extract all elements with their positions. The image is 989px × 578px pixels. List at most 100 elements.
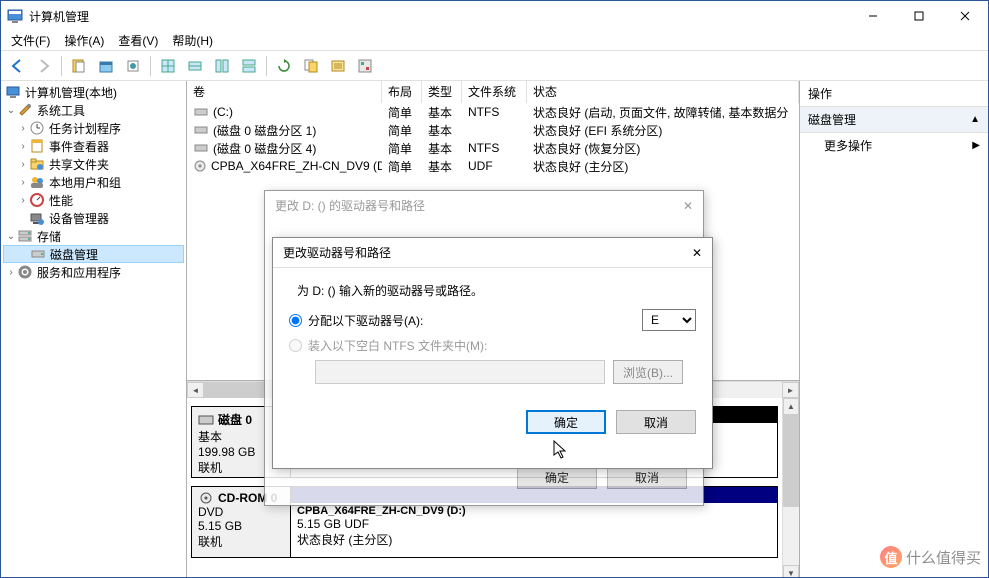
tree-perf-label: 性能 bbox=[49, 192, 73, 209]
tool-9[interactable] bbox=[299, 54, 323, 78]
menu-help[interactable]: 帮助(H) bbox=[166, 30, 219, 51]
close-icon[interactable]: ✕ bbox=[683, 199, 693, 213]
tool-1[interactable] bbox=[67, 54, 91, 78]
dialog2-body: 为 D: () 输入新的驱动器号或路径。 分配以下驱动器号(A): E 装入以下… bbox=[273, 268, 712, 400]
device-icon bbox=[29, 210, 45, 226]
collapse-icon[interactable]: ▲ bbox=[970, 114, 980, 125]
app-icon bbox=[7, 8, 23, 24]
scroll-thumb[interactable] bbox=[783, 415, 799, 507]
optical-icon bbox=[198, 491, 214, 505]
col-status[interactable]: 状态 bbox=[527, 81, 799, 103]
tool-5[interactable] bbox=[183, 54, 207, 78]
menu-action[interactable]: 操作(A) bbox=[58, 30, 110, 51]
menu-file[interactable]: 文件(F) bbox=[5, 30, 56, 51]
tree-systools[interactable]: ⌄ 系统工具 bbox=[3, 101, 184, 119]
tree-diskmgmt[interactable]: › 磁盘管理 bbox=[3, 245, 184, 263]
cdrom-icon bbox=[193, 158, 207, 174]
volume-icon bbox=[193, 140, 209, 156]
volume-header[interactable]: 卷 布局 类型 文件系统 状态 bbox=[187, 81, 799, 103]
tree-eventviewer[interactable]: › 事件查看器 bbox=[3, 137, 184, 155]
drive-letter-select[interactable]: E bbox=[642, 309, 696, 331]
close-icon[interactable]: ✕ bbox=[692, 246, 702, 260]
expander-icon[interactable]: ⌄ bbox=[5, 105, 17, 116]
volume-row[interactable]: (C:) 简单 基本 NTFS 状态良好 (启动, 页面文件, 故障转储, 基本… bbox=[187, 103, 799, 121]
tool-2[interactable] bbox=[94, 54, 118, 78]
tree-tasksched[interactable]: › 任务计划程序 bbox=[3, 119, 184, 137]
volume-row[interactable]: (磁盘 0 磁盘分区 4) 简单 基本 NTFS 状态良好 (恢复分区) bbox=[187, 139, 799, 157]
services-icon bbox=[17, 264, 33, 280]
col-fs[interactable]: 文件系统 bbox=[462, 81, 527, 103]
volume-row[interactable]: (磁盘 0 磁盘分区 1) 简单 基本 状态良好 (EFI 系统分区) bbox=[187, 121, 799, 139]
volume-row[interactable]: CPBA_X64FRE_ZH-CN_DV9 (D:) 简单 基本 UDF 状态良… bbox=[187, 157, 799, 175]
radio-assign[interactable]: 分配以下驱动器号(A): E bbox=[289, 309, 696, 331]
expander-icon[interactable]: › bbox=[17, 123, 29, 134]
menu-view[interactable]: 查看(V) bbox=[112, 30, 164, 51]
dialog2-ok-button[interactable]: 确定 bbox=[526, 410, 606, 434]
col-layout[interactable]: 布局 bbox=[382, 81, 422, 103]
tool-3[interactable] bbox=[121, 54, 145, 78]
tree-root-label: 计算机管理(本地) bbox=[25, 84, 117, 101]
tree-shared-label: 共享文件夹 bbox=[49, 156, 109, 173]
clock-icon bbox=[29, 120, 45, 136]
expander-icon[interactable]: › bbox=[17, 141, 29, 152]
tree-storage-label: 存储 bbox=[37, 228, 61, 245]
tree-users-label: 本地用户和组 bbox=[49, 174, 121, 191]
users-icon bbox=[29, 174, 45, 190]
tree-perf[interactable]: › 性能 bbox=[3, 191, 184, 209]
dialog1-title[interactable]: 更改 D: () 的驱动器号和路径 ✕ bbox=[265, 191, 703, 220]
expander-icon[interactable]: ⌄ bbox=[5, 231, 17, 242]
expander-icon[interactable]: › bbox=[17, 195, 29, 206]
dialog2-title[interactable]: 更改驱动器号和路径 ✕ bbox=[273, 238, 712, 268]
dialog2-prompt: 为 D: () 输入新的驱动器号或路径。 bbox=[297, 282, 696, 299]
tree-shared[interactable]: › 共享文件夹 bbox=[3, 155, 184, 173]
v-scrollbar[interactable]: ▲ ▼ bbox=[782, 398, 799, 577]
scroll-left-icon[interactable]: ◄ bbox=[187, 382, 204, 398]
tool-10[interactable] bbox=[326, 54, 350, 78]
tool-6[interactable] bbox=[210, 54, 234, 78]
actions-pane: 操作 磁盘管理 ▲ 更多操作 ▶ bbox=[800, 81, 988, 577]
event-icon bbox=[29, 138, 45, 154]
tool-11[interactable] bbox=[353, 54, 377, 78]
watermark-icon: 值 bbox=[880, 546, 902, 568]
toolbar bbox=[1, 51, 988, 81]
scroll-down-icon[interactable]: ▼ bbox=[783, 565, 799, 577]
col-type[interactable]: 类型 bbox=[422, 81, 462, 103]
tree-users[interactable]: › 本地用户和组 bbox=[3, 173, 184, 191]
titlebar[interactable]: 计算机管理 bbox=[1, 1, 988, 31]
actions-group[interactable]: 磁盘管理 ▲ bbox=[800, 107, 988, 133]
scroll-right-icon[interactable]: ► bbox=[782, 382, 799, 398]
chevron-right-icon: ▶ bbox=[972, 140, 980, 151]
col-volume[interactable]: 卷 bbox=[187, 81, 382, 103]
tree-diskmgmt-label: 磁盘管理 bbox=[50, 246, 98, 263]
tree-root[interactable]: 计算机管理(本地) bbox=[3, 83, 184, 101]
tool-4[interactable] bbox=[156, 54, 180, 78]
forward-button[interactable] bbox=[32, 54, 56, 78]
disk-icon bbox=[30, 246, 46, 262]
separator bbox=[266, 56, 267, 76]
expander-icon[interactable]: › bbox=[17, 177, 29, 188]
actions-more[interactable]: 更多操作 ▶ bbox=[800, 133, 988, 158]
radio-assign-input[interactable] bbox=[289, 314, 302, 327]
tree-storage[interactable]: ⌄ 存储 bbox=[3, 227, 184, 245]
dialog2-cancel-button[interactable]: 取消 bbox=[616, 410, 696, 434]
refresh-button[interactable] bbox=[272, 54, 296, 78]
back-button[interactable] bbox=[5, 54, 29, 78]
volume-icon bbox=[193, 122, 209, 138]
close-button[interactable] bbox=[942, 1, 988, 31]
minimize-button[interactable] bbox=[850, 1, 896, 31]
expander-icon[interactable]: › bbox=[5, 267, 17, 278]
dialog-change-letter-inner[interactable]: 更改驱动器号和路径 ✕ 为 D: () 输入新的驱动器号或路径。 分配以下驱动器… bbox=[272, 237, 713, 469]
maximize-button[interactable] bbox=[896, 1, 942, 31]
expander-icon[interactable]: › bbox=[17, 159, 29, 170]
tool-7[interactable] bbox=[237, 54, 261, 78]
tree-pane[interactable]: 计算机管理(本地) ⌄ 系统工具 › 任务计划程序 › 事件查看器 › 共享文件… bbox=[1, 81, 187, 577]
radio-mount[interactable]: 装入以下空白 NTFS 文件夹中(M): bbox=[289, 337, 696, 354]
disk-icon bbox=[198, 413, 214, 427]
tree-services-label: 服务和应用程序 bbox=[37, 264, 121, 281]
scroll-up-icon[interactable]: ▲ bbox=[783, 398, 799, 415]
tree-devmgr[interactable]: › 设备管理器 bbox=[3, 209, 184, 227]
computer-icon bbox=[5, 84, 21, 100]
tree-services[interactable]: › 服务和应用程序 bbox=[3, 263, 184, 281]
tools-icon bbox=[17, 102, 33, 118]
tree-systools-label: 系统工具 bbox=[37, 102, 85, 119]
